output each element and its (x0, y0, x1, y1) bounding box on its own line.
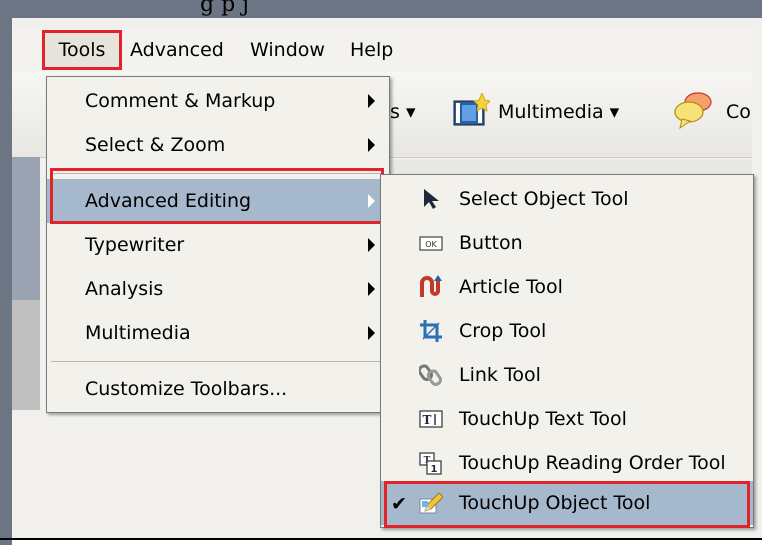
menu-item-label: Customize Toolbars... (85, 378, 288, 400)
svg-text:1: 1 (431, 464, 438, 475)
menu-item-label: Comment & Markup (85, 90, 276, 112)
submenu-arrow-icon (368, 282, 375, 296)
submenu-arrow-icon (368, 326, 375, 340)
menu-item-typewriter[interactable]: Typewriter (47, 223, 389, 267)
svg-text:OK: OK (425, 240, 437, 249)
submenu-item-touchup-text-tool[interactable]: T TouchUp Text Tool (381, 397, 753, 441)
toolbar-partial-left[interactable]: s ▾ (390, 101, 415, 123)
submenu-item-label: Crop Tool (459, 320, 547, 342)
submenu-arrow-icon (368, 94, 375, 108)
left-frame-edge (0, 0, 12, 545)
menu-help[interactable]: Help (350, 28, 393, 72)
submenu-item-label: TouchUp Reading Order Tool (459, 452, 726, 474)
screen-frame: g p j Tools Advanced Window Help s ▾ Mul… (0, 0, 762, 545)
menu-advanced[interactable]: Advanced (130, 28, 224, 72)
submenu-arrow-icon (368, 138, 375, 152)
reading-order-icon: T 1 (419, 452, 442, 475)
text-cursor-icon: T (419, 410, 443, 428)
submenu-item-link-tool[interactable]: Link Tool (381, 353, 753, 397)
menu-window[interactable]: Window (250, 28, 325, 72)
submenu-item-label: Select Object Tool (459, 188, 629, 210)
menu-item-multimedia[interactable]: Multimedia (47, 311, 389, 355)
multimedia-icon[interactable] (452, 93, 490, 127)
crop-icon (420, 320, 442, 342)
submenu-item-label: TouchUp Text Tool (459, 408, 627, 430)
submenu-item-label: Button (459, 232, 523, 254)
advanced-editing-submenu: Select Object Tool OK Button Article Too… (380, 174, 754, 528)
menubar: Tools Advanced Window Help (12, 28, 752, 73)
submenu-arrow-icon (368, 238, 375, 252)
background-panel (12, 157, 40, 307)
comment-icon[interactable] (672, 90, 714, 130)
menu-tools[interactable]: Tools (42, 30, 122, 70)
highlight-outline (384, 481, 750, 528)
bottom-border (0, 538, 762, 540)
arrow-pointer-icon (424, 189, 439, 209)
submenu-item-label: Article Tool (459, 276, 563, 298)
submenu-item-crop-tool[interactable]: Crop Tool (381, 309, 753, 353)
submenu-item-article-tool[interactable]: Article Tool (381, 265, 753, 309)
submenu-item-select-object-tool[interactable]: Select Object Tool (381, 177, 753, 221)
menu-item-analysis[interactable]: Analysis (47, 267, 389, 311)
menu-item-label: Select & Zoom (85, 134, 226, 156)
background-panel (12, 300, 40, 410)
tools-menu: Comment & Markup Select & Zoom Advanced … (46, 76, 390, 413)
ok-button-icon: OK (419, 236, 443, 251)
menu-item-label: Analysis (85, 278, 164, 300)
submenu-item-touchup-reading-order-tool[interactable]: T 1 TouchUp Reading Order Tool (381, 441, 753, 485)
toolbar-partial-right[interactable]: Co (726, 101, 751, 123)
highlight-outline (50, 168, 384, 224)
link-icon (419, 364, 443, 386)
submenu-item-label: Link Tool (459, 364, 541, 386)
article-icon (420, 275, 442, 297)
submenu-item-button[interactable]: OK Button (381, 221, 753, 265)
menu-item-select-zoom[interactable]: Select & Zoom (47, 123, 389, 167)
title-bar: g p j (0, 0, 762, 18)
partial-title-text: g p j (200, 0, 249, 17)
menu-item-label: Multimedia (85, 322, 191, 344)
menu-item-label: Typewriter (85, 234, 185, 256)
menu-item-customize-toolbars[interactable]: Customize Toolbars... (47, 367, 389, 411)
menu-item-comment-markup[interactable]: Comment & Markup (47, 79, 389, 123)
svg-text:T: T (423, 413, 432, 427)
menu-separator (51, 361, 383, 362)
toolbar-multimedia-label[interactable]: Multimedia ▾ (498, 101, 619, 123)
